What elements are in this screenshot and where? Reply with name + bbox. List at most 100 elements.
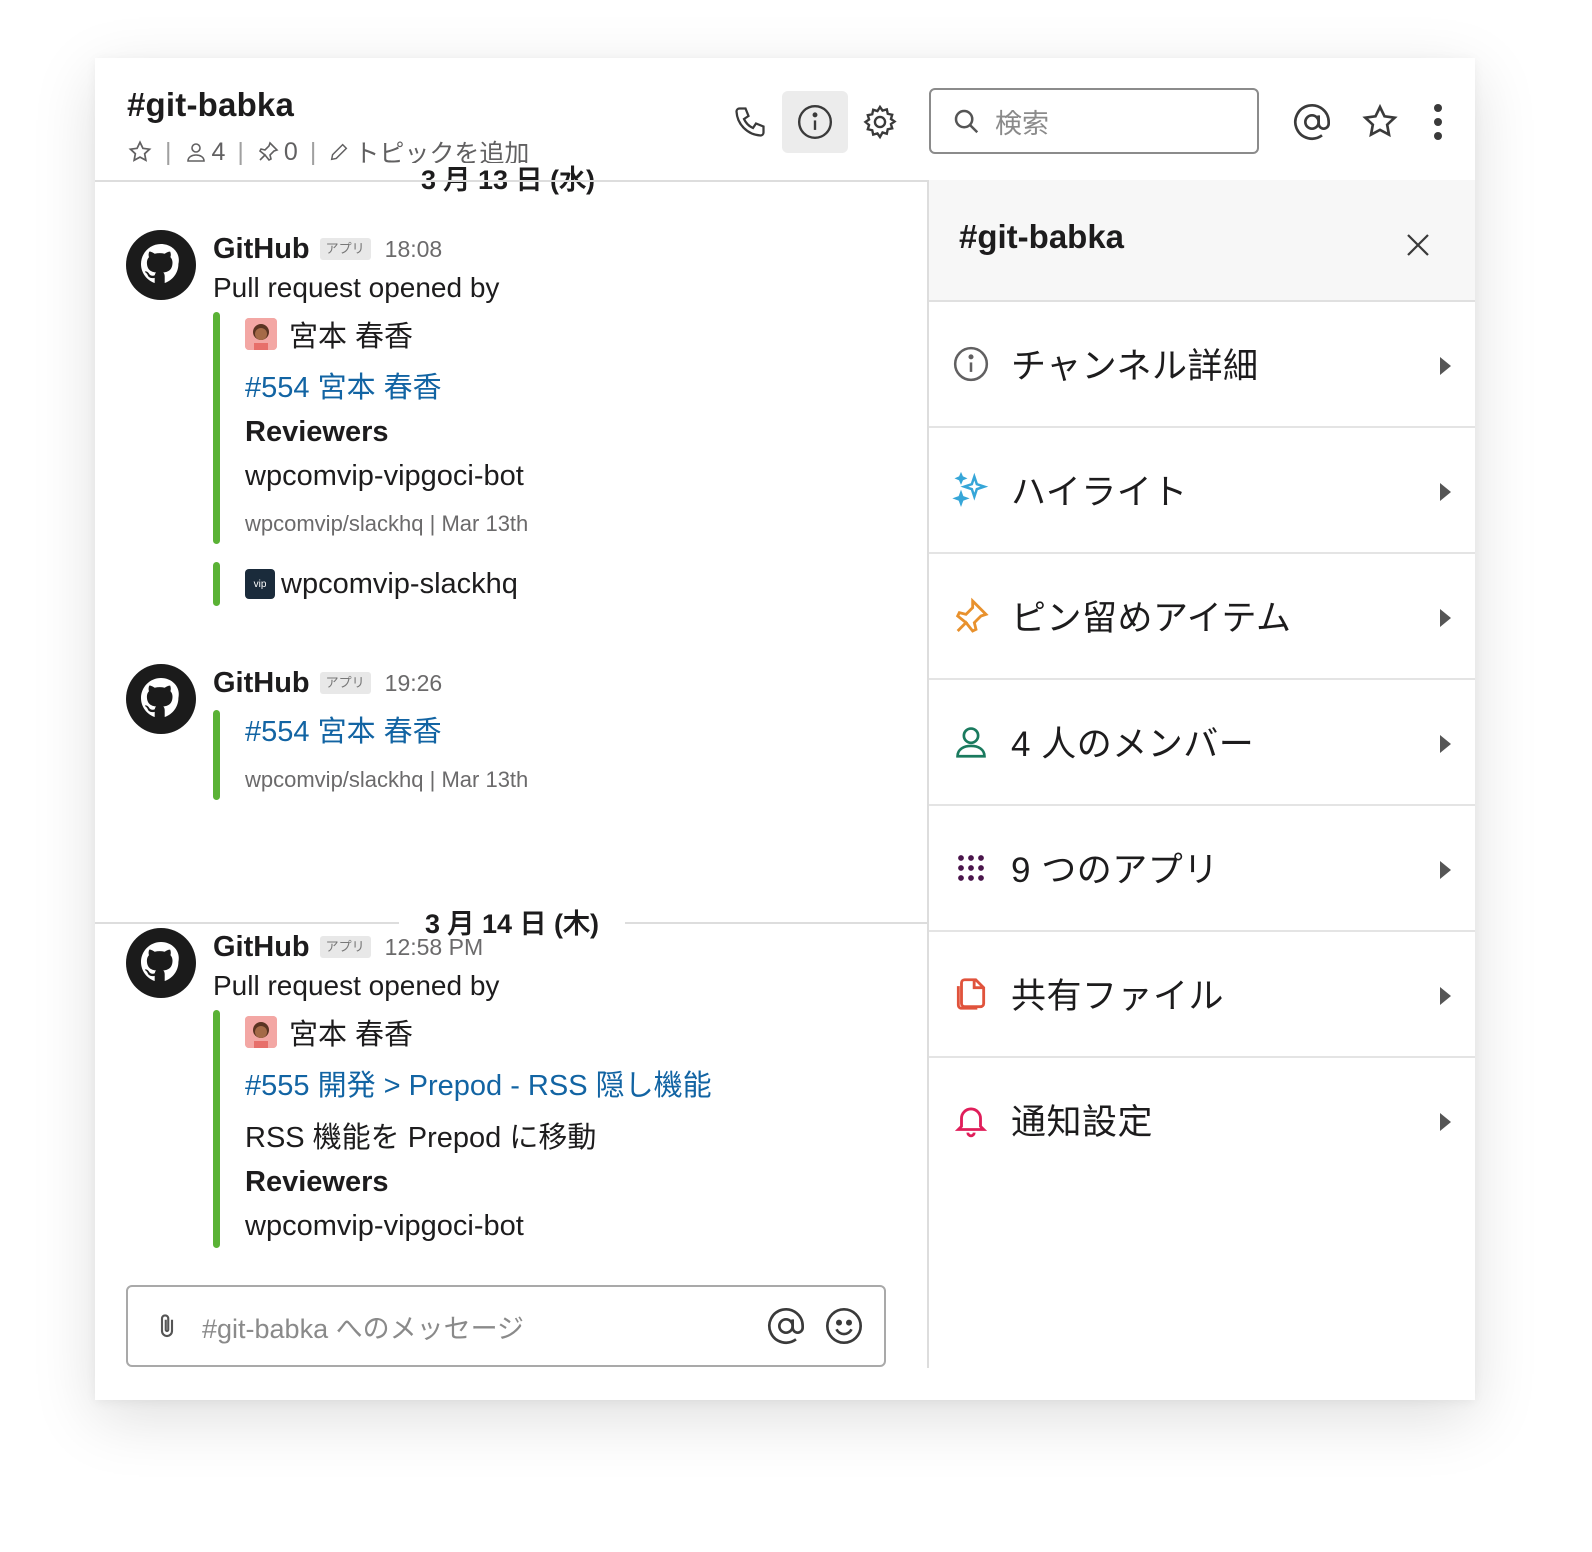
panel-item-label: ピン留めアイテム xyxy=(1011,599,1292,638)
starred-button[interactable] xyxy=(1347,91,1413,153)
panel-item-label: 共有ファイル xyxy=(1011,977,1225,1016)
panel-item-channel-details[interactable]: チャンネル詳細 xyxy=(929,302,1475,428)
sparkles-icon xyxy=(951,470,991,510)
pinned-count-value: 0 xyxy=(283,137,298,166)
message-composer[interactable]: #git-babka へのメッセージ xyxy=(126,1285,886,1367)
reviewers-label: Reviewers xyxy=(245,416,389,448)
apps-grid-icon xyxy=(951,848,991,888)
message-text: Pull request opened by xyxy=(213,272,500,303)
message-time[interactable]: 18:08 xyxy=(385,236,443,263)
caret-right-icon xyxy=(1440,987,1451,1005)
attachment-author[interactable]: 宮本 春香 xyxy=(245,1010,903,1054)
search-input[interactable]: 検索 xyxy=(929,88,1259,154)
person-icon xyxy=(186,143,205,162)
caret-right-icon xyxy=(1440,483,1451,501)
app-window: #git-babka | 4 | 0 | トピックを追加 検索 3 月 13 日… xyxy=(95,58,1475,1400)
member-count-value: 4 xyxy=(211,137,226,166)
channel-title[interactable]: #git-babka xyxy=(127,86,294,124)
paperclip-icon[interactable] xyxy=(152,1309,182,1343)
sender-name[interactable]: GitHub xyxy=(213,667,310,700)
star-icon xyxy=(1362,103,1398,138)
user-avatar xyxy=(245,318,277,350)
pr-description: RSS 機能を Prepod に移動 xyxy=(245,1122,597,1154)
member-count[interactable]: 4 xyxy=(184,137,226,167)
caret-right-icon xyxy=(1440,735,1451,753)
reviewers-label: Reviewers xyxy=(245,1166,389,1198)
app-badge: アプリ xyxy=(319,238,371,260)
message-time[interactable]: 19:26 xyxy=(385,670,443,697)
message-text: Pull request opened by xyxy=(213,970,500,1001)
more-vertical-icon xyxy=(1434,104,1442,140)
panel-item-label: 9 つのアプリ xyxy=(1011,851,1219,890)
attachment: vip wpcomvip-slackhq xyxy=(213,562,903,606)
github-avatar-icon[interactable] xyxy=(126,664,196,734)
search-icon xyxy=(951,106,981,136)
attachment-bar xyxy=(213,1010,220,1248)
attachment-footer: wpcomvip/slackhq | Mar 13th xyxy=(245,767,529,792)
pin-icon xyxy=(258,141,279,162)
attachment: 宮本 春香 #555 開発 > Prepod - RSS 隠し機能 RSS 機能… xyxy=(213,1010,903,1248)
date-divider xyxy=(95,180,927,182)
attachment: 宮本 春香 #554 宮本 春香 Reviewers wpcomvip-vipg… xyxy=(213,312,903,544)
panel-item-notifications[interactable]: 通知設定 xyxy=(929,1058,1475,1184)
org-name: wpcomvip-slackhq xyxy=(281,567,518,600)
panel-item-pinned[interactable]: ピン留めアイテム xyxy=(929,554,1475,680)
pinned-count[interactable]: 0 xyxy=(256,138,298,167)
app-badge: アプリ xyxy=(319,936,371,958)
attachment-bar xyxy=(213,562,220,606)
close-icon[interactable] xyxy=(1403,230,1433,265)
caret-right-icon xyxy=(1440,357,1451,375)
attachment: #554 宮本 春香 wpcomvip/slackhq | Mar 13th xyxy=(213,710,903,800)
emoji-icon[interactable] xyxy=(824,1306,864,1346)
call-button[interactable] xyxy=(717,91,783,153)
at-sign-icon xyxy=(1294,104,1330,140)
at-sign-icon[interactable] xyxy=(766,1306,806,1346)
sender-name[interactable]: GitHub xyxy=(213,931,310,964)
composer-placeholder: #git-babka へのメッセージ xyxy=(202,1313,525,1344)
vip-logo: vip xyxy=(245,569,275,599)
star-channel-icon[interactable] xyxy=(127,139,153,165)
panel-item-label: ハイライト xyxy=(1011,473,1188,512)
reviewer-name: wpcomvip-vipgoci-bot xyxy=(245,1210,524,1242)
panel-item-label: 通知設定 xyxy=(1011,1103,1154,1142)
github-avatar-icon[interactable] xyxy=(126,928,196,998)
pin-icon xyxy=(951,596,991,636)
app-badge: アプリ xyxy=(319,672,371,694)
info-icon xyxy=(797,104,833,140)
gear-icon xyxy=(863,104,897,140)
channel-header: #git-babka | 4 | 0 | トピックを追加 検索 xyxy=(95,58,1475,181)
panel-item-files[interactable]: 共有ファイル xyxy=(929,932,1475,1058)
person-icon xyxy=(951,722,991,762)
attachment-bar xyxy=(213,710,220,800)
search-placeholder: 検索 xyxy=(995,108,1049,139)
org-link[interactable]: vip wpcomvip-slackhq xyxy=(245,562,903,606)
pr-link[interactable]: #554 宮本 春香 xyxy=(245,366,903,410)
attachment-author[interactable]: 宮本 春香 xyxy=(245,312,903,356)
panel-item-apps[interactable]: 9 つのアプリ xyxy=(929,806,1475,932)
panel-item-label: チャンネル詳細 xyxy=(1011,347,1259,386)
message-time[interactable]: 12:58 PM xyxy=(385,934,483,961)
pr-link[interactable]: #555 開発 > Prepod - RSS 隠し機能 xyxy=(245,1064,903,1108)
reviewer-name: wpcomvip-vipgoci-bot xyxy=(245,460,524,492)
files-icon xyxy=(951,974,991,1014)
bell-icon xyxy=(951,1100,991,1140)
panel-header: #git-babka xyxy=(929,180,1475,302)
channel-details-button[interactable] xyxy=(782,91,848,153)
panel-title: #git-babka xyxy=(959,218,1125,255)
more-button[interactable] xyxy=(1405,91,1471,153)
panel-item-highlights[interactable]: ハイライト xyxy=(929,428,1475,554)
channel-settings-button[interactable] xyxy=(847,91,913,153)
attachment-bar xyxy=(213,312,220,544)
author-name: 宮本 春香 xyxy=(289,321,414,353)
panel-item-members[interactable]: 4 人のメンバー xyxy=(929,680,1475,806)
sender-name[interactable]: GitHub xyxy=(213,233,310,266)
mentions-button[interactable] xyxy=(1279,91,1345,153)
info-icon xyxy=(951,344,991,384)
panel-item-label: 4 人のメンバー xyxy=(1011,725,1255,764)
github-avatar-icon[interactable] xyxy=(126,230,196,300)
user-avatar xyxy=(245,1016,277,1048)
author-name: 宮本 春香 xyxy=(289,1019,414,1051)
attachment-footer: wpcomvip/slackhq | Mar 13th xyxy=(245,511,529,536)
pr-link[interactable]: #554 宮本 春香 xyxy=(245,710,903,754)
pencil-icon xyxy=(331,143,348,161)
